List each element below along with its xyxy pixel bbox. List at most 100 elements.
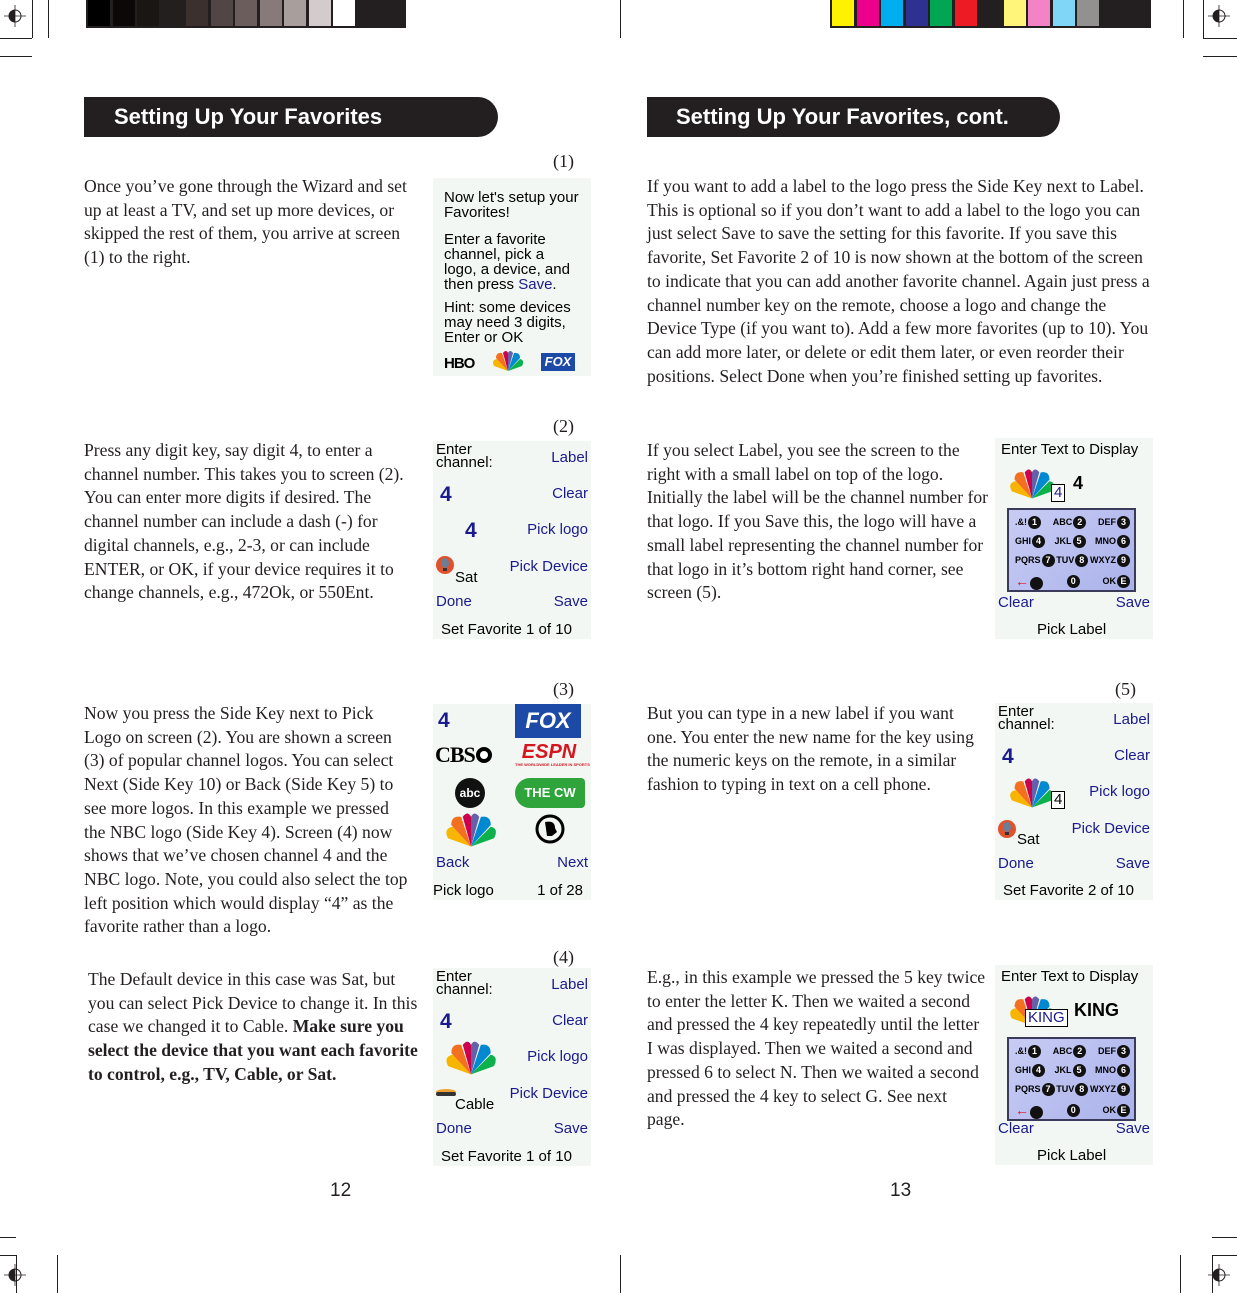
logo-option-abc[interactable]: abc bbox=[455, 778, 485, 808]
keypad-key: TUV 8 bbox=[1056, 1083, 1089, 1096]
clear-softkey[interactable]: Clear bbox=[1114, 747, 1150, 764]
keypad-key: ABC 2 bbox=[1053, 1045, 1087, 1058]
page-number-right: 13 bbox=[890, 1180, 912, 1201]
page-number-left: 12 bbox=[330, 1180, 352, 1201]
color-swatch bbox=[161, 0, 184, 26]
device-screen-welcome: Now let's setup your Favorites! Enter a … bbox=[433, 178, 591, 376]
keypad-key: OK E bbox=[1103, 1104, 1130, 1118]
welcome-text: Now let's setup your bbox=[444, 189, 579, 206]
label-softkey[interactable]: Label bbox=[551, 976, 588, 993]
section-header-left: Setting Up Your Favorites bbox=[84, 97, 498, 137]
save-keyword: Save bbox=[518, 276, 553, 293]
keypad-key-button bbox=[1030, 577, 1043, 591]
pick-logo-softkey[interactable]: Pick logo bbox=[527, 521, 588, 538]
keypad-key: MNO 6 bbox=[1095, 535, 1130, 548]
keypad-key: JKL 5 bbox=[1055, 535, 1086, 548]
keypad-key: TUV 8 bbox=[1056, 554, 1089, 567]
label-text-preview: 4 bbox=[1073, 473, 1084, 493]
pick-device-softkey[interactable]: Pick Device bbox=[510, 558, 588, 575]
logo-option-fox[interactable]: FOX bbox=[515, 704, 581, 738]
section-header-right: Setting Up Your Favorites, cont. bbox=[647, 97, 1060, 137]
keypad-key-button: 0 bbox=[1066, 1104, 1080, 1118]
logo-option-espn[interactable]: ESPN THE WORLDWIDE LEADER IN SPORTS bbox=[515, 742, 590, 767]
keypad-row: .&! 1 ABC 2 DEF 3 bbox=[1015, 1045, 1130, 1058]
instruction-text: logo, a device, and bbox=[444, 261, 570, 278]
hint-text: may need 3 digits, bbox=[444, 314, 566, 331]
device-name: Sat bbox=[1017, 831, 1040, 848]
keypad-key-button: E bbox=[1117, 575, 1130, 589]
logo-option-channel-number[interactable]: 4 bbox=[438, 709, 450, 733]
done-softkey[interactable]: Done bbox=[998, 855, 1034, 872]
label-softkey[interactable]: Label bbox=[551, 449, 588, 466]
pick-logo-softkey[interactable]: Pick logo bbox=[1089, 783, 1150, 800]
screen-label: (2) bbox=[553, 416, 574, 436]
device-name: Cable bbox=[455, 1096, 495, 1113]
logo-preview: 4 bbox=[465, 519, 477, 542]
save-softkey[interactable]: Save bbox=[1116, 1120, 1150, 1137]
keypad-key-button: 0 bbox=[1066, 575, 1080, 589]
back-softkey[interactable]: Back bbox=[436, 854, 469, 871]
device-screen-cable-selected: Enter channel: Label 4 Clear Pick logo Ca… bbox=[433, 968, 591, 1166]
next-softkey[interactable]: Next bbox=[557, 854, 588, 871]
screen-label: (4) bbox=[553, 947, 574, 967]
done-softkey[interactable]: Done bbox=[436, 1120, 472, 1137]
label-softkey[interactable]: Label bbox=[1113, 711, 1150, 728]
screen-label: (1) bbox=[553, 151, 574, 171]
cbs-eye-icon bbox=[475, 747, 492, 763]
keypad-row: ← 0 OK E bbox=[1015, 1102, 1130, 1120]
pick-logo-softkey[interactable]: Pick logo bbox=[527, 1048, 588, 1065]
color-swatch bbox=[1052, 0, 1075, 26]
keypad-key: GHI 4 bbox=[1015, 1064, 1046, 1077]
color-swatch bbox=[881, 0, 903, 26]
color-swatch bbox=[905, 0, 928, 26]
instruction-text: then press Save. bbox=[444, 276, 557, 293]
cable-box-icon bbox=[436, 1089, 456, 1096]
keypad-key: ← bbox=[1015, 1102, 1043, 1120]
pick-device-softkey[interactable]: Pick Device bbox=[1072, 820, 1150, 837]
backspace-arrow-icon: ← bbox=[1015, 573, 1029, 589]
fox-logo: FOX bbox=[541, 353, 575, 371]
channel-number: 4 bbox=[1002, 745, 1014, 768]
pick-device-softkey[interactable]: Pick Device bbox=[510, 1085, 588, 1102]
keypad-key-button: 7 bbox=[1041, 554, 1055, 567]
logo-option-pbs[interactable] bbox=[535, 814, 565, 844]
device-screen-enter-channel: Enter channel: Label 4 Clear 4 Pick logo … bbox=[433, 441, 591, 639]
welcome-text: Favorites! bbox=[444, 204, 510, 221]
keypad-key: DEF 3 bbox=[1098, 516, 1130, 529]
save-softkey[interactable]: Save bbox=[554, 593, 588, 610]
save-softkey[interactable]: Save bbox=[1116, 855, 1150, 872]
logo-option-cbs[interactable]: CBS bbox=[435, 742, 492, 768]
device-name: Sat bbox=[455, 569, 478, 586]
registration-mark-icon bbox=[4, 5, 26, 27]
logo-option-nbc[interactable] bbox=[443, 811, 499, 849]
keypad-key: DEF 3 bbox=[1098, 1045, 1130, 1058]
text-entry-keypad: .&! 1 ABC 2 DEF 3 GHI 4 JKL 5 MNO 6 PQRS 7 TUV 8 WXYZ 9 ← 0… bbox=[1007, 1037, 1136, 1121]
color-swatch bbox=[979, 0, 1001, 26]
logo-label-box: KING bbox=[1025, 1009, 1068, 1027]
label-text-preview: KING bbox=[1074, 1000, 1119, 1020]
keypad-key: GHI 4 bbox=[1015, 535, 1046, 548]
nbc-peacock-logo bbox=[1010, 778, 1054, 808]
clear-softkey[interactable]: Clear bbox=[552, 1012, 588, 1029]
logo-option-cw[interactable]: THE CW bbox=[515, 778, 585, 808]
save-softkey[interactable]: Save bbox=[554, 1120, 588, 1137]
keypad-key: 0 bbox=[1066, 1104, 1080, 1118]
keypad-key-button: 4 bbox=[1032, 1064, 1046, 1077]
paragraph-label-screen: If you select Label, you see the screen … bbox=[647, 440, 989, 603]
clear-softkey[interactable]: Clear bbox=[998, 594, 1034, 611]
screen-footer: Pick Label bbox=[1037, 1147, 1107, 1164]
keypad-key-button: 8 bbox=[1075, 1083, 1089, 1096]
done-softkey[interactable]: Done bbox=[436, 593, 472, 610]
registration-mark-icon bbox=[4, 1264, 26, 1286]
color-swatch bbox=[186, 0, 208, 26]
clear-softkey[interactable]: Clear bbox=[998, 1120, 1034, 1137]
color-swatch bbox=[954, 0, 977, 26]
color-swatch bbox=[210, 0, 233, 26]
keypad-key-button: E bbox=[1117, 1104, 1130, 1118]
paragraph-add-label: If you want to add a label to the logo p… bbox=[647, 176, 1150, 386]
color-swatch bbox=[112, 0, 135, 26]
instruction-text: channel, pick a bbox=[444, 246, 545, 263]
save-softkey[interactable]: Save bbox=[1116, 594, 1150, 611]
color-swatch bbox=[1077, 0, 1099, 26]
clear-softkey[interactable]: Clear bbox=[552, 485, 588, 502]
